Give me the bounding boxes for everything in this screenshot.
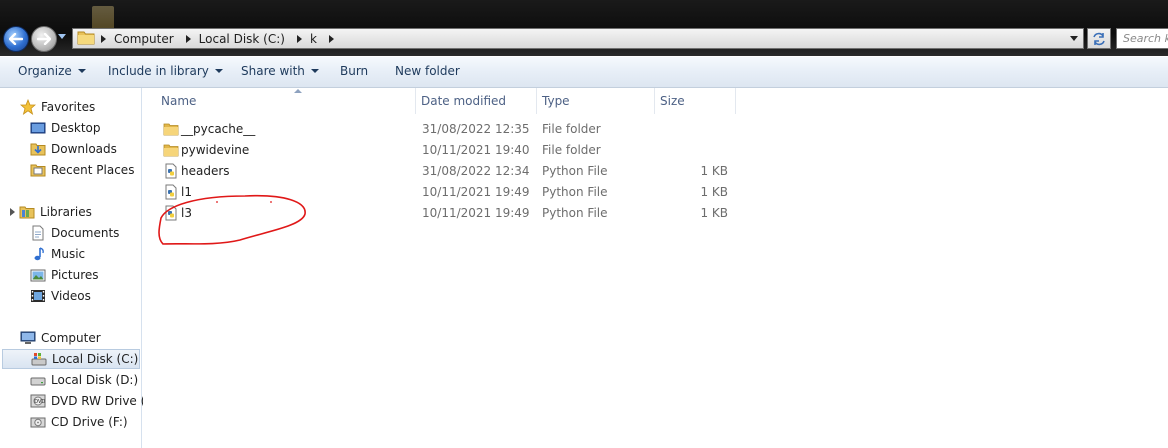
documents-icon (30, 225, 46, 241)
nav-computer[interactable]: Computer (20, 328, 161, 348)
file-row-l1[interactable]: l1 10/11/2021 19:49 Python File 1 KB (159, 182, 759, 203)
refresh-button[interactable] (1087, 28, 1111, 49)
breadcrumb-k[interactable]: k (310, 32, 342, 46)
file-size: 1 KB (700, 185, 728, 199)
column-header-date-modified[interactable]: Date modified (416, 88, 537, 114)
breadcrumb-separator[interactable] (296, 34, 302, 43)
file-size: 1 KB (700, 164, 728, 178)
back-button[interactable] (3, 26, 29, 52)
column-header-type[interactable]: Type (537, 88, 655, 114)
pictures-icon (30, 267, 46, 283)
file-date: 31/08/2022 12:34 (422, 164, 530, 178)
nav-local-disk-c[interactable]: Local Disk (C:) (2, 349, 140, 369)
command-bar: Organize Include in library Share with B… (0, 57, 1168, 88)
file-name: l3 (181, 206, 192, 220)
nav-libraries[interactable]: Libraries (10, 202, 151, 222)
folder-icon (163, 142, 179, 158)
navigation-pane: Favorites Desktop Downloads Recent Place… (0, 88, 157, 448)
background-folder-icon (92, 6, 114, 30)
chevron-down-icon (77, 69, 86, 73)
chevron-down-icon (214, 69, 223, 73)
expand-arrow-icon[interactable] (10, 208, 15, 216)
breadcrumb-separator[interactable] (185, 34, 191, 43)
address-history-dropdown[interactable] (1070, 36, 1078, 41)
file-name: __pycache__ (181, 122, 256, 136)
file-type: Python File (542, 164, 608, 178)
star-icon (20, 99, 36, 115)
breadcrumb-separator[interactable] (328, 34, 334, 43)
arrow-left-icon (9, 33, 23, 45)
file-list: Name Date modified Type Size __pycache__… (143, 88, 1168, 448)
file-row-l3[interactable]: l3 10/11/2021 19:49 Python File 1 KB (159, 203, 759, 224)
film-strip-icon (30, 288, 46, 304)
python-file-icon (163, 205, 179, 221)
refresh-icon (1093, 32, 1105, 45)
hard-drive-windows-icon (31, 351, 47, 367)
breadcrumb-separator[interactable] (101, 34, 106, 43)
file-row-pycache[interactable]: __pycache__ 31/08/2022 12:35 File folder (159, 119, 759, 140)
file-date: 10/11/2021 19:49 (422, 185, 530, 199)
file-row-headers[interactable]: headers 31/08/2022 12:34 Python File 1 K… (159, 161, 759, 182)
organize-button[interactable]: Organize (18, 64, 86, 78)
file-date: 10/11/2021 19:49 (422, 206, 530, 220)
window-titlebar: Computer Local Disk (C:) k Search k (0, 0, 1168, 56)
file-name: l1 (181, 185, 192, 199)
arrow-right-icon (37, 33, 51, 45)
forward-button[interactable] (31, 26, 57, 52)
file-date: 31/08/2022 12:35 (422, 122, 530, 136)
breadcrumb-local-disk-c[interactable]: Local Disk (C:) (199, 32, 310, 46)
burn-button[interactable]: Burn (340, 64, 368, 78)
libraries-icon (19, 204, 35, 220)
python-file-icon (163, 163, 179, 179)
file-type: File folder (542, 122, 601, 136)
column-header-name[interactable]: Name (156, 88, 416, 114)
dvd-drive-icon: DVD (30, 393, 46, 409)
desktop-icon (30, 120, 46, 136)
file-name: headers (181, 164, 230, 178)
cd-drive-icon (30, 414, 46, 430)
file-name: pywidevine (181, 143, 250, 157)
share-with-button[interactable]: Share with (241, 64, 319, 78)
new-folder-button[interactable]: New folder (395, 64, 460, 78)
hard-drive-icon (30, 372, 46, 388)
recent-places-icon (30, 162, 46, 178)
file-type: Python File (542, 206, 608, 220)
file-size: 1 KB (700, 206, 728, 220)
svg-text:DVD: DVD (34, 399, 45, 405)
file-row-pywidevine[interactable]: pywidevine 10/11/2021 19:40 File folder (159, 140, 759, 161)
breadcrumb-computer[interactable]: Computer (114, 32, 199, 46)
folder-icon (163, 121, 179, 137)
python-file-icon (163, 184, 179, 200)
file-type: File folder (542, 143, 601, 157)
search-input[interactable]: Search k (1116, 28, 1168, 49)
address-bar[interactable]: Computer Local Disk (C:) k (72, 28, 1084, 49)
computer-icon (20, 330, 36, 346)
chevron-down-icon (310, 69, 319, 73)
recent-pages-dropdown[interactable] (58, 34, 66, 39)
file-date: 10/11/2021 19:40 (422, 143, 530, 157)
folder-icon (77, 29, 95, 48)
sort-ascending-icon (294, 89, 302, 93)
file-type: Python File (542, 185, 608, 199)
music-note-icon (30, 246, 46, 262)
nav-favorites[interactable]: Favorites (20, 97, 161, 117)
downloads-icon (30, 141, 46, 157)
include-in-library-button[interactable]: Include in library (108, 64, 223, 78)
column-header-size[interactable]: Size (655, 88, 736, 114)
